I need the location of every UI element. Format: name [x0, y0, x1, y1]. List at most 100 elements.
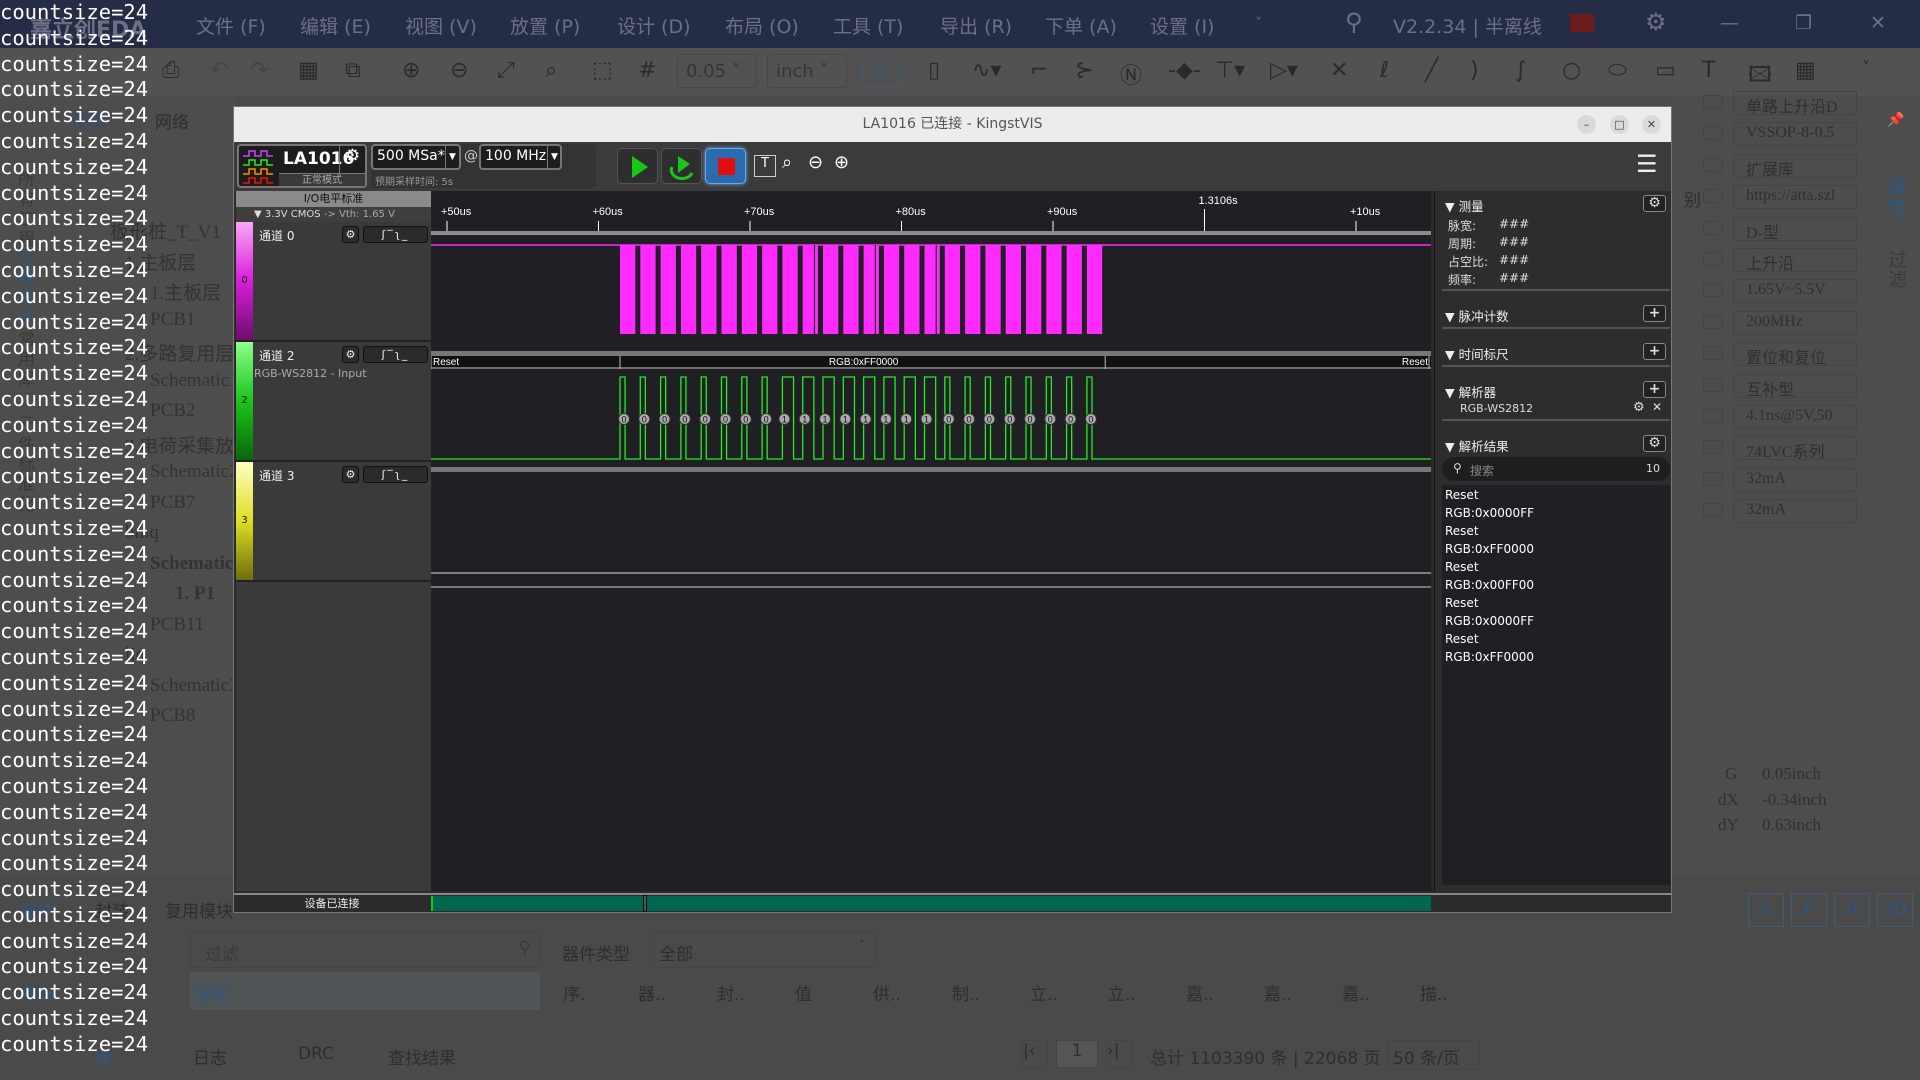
- property-checkbox[interactable]: [1703, 189, 1723, 204]
- property-value[interactable]: 200MHz: [1733, 310, 1857, 335]
- text-cursor-icon[interactable]: T: [754, 155, 776, 177]
- junction-icon[interactable]: -◆-: [1168, 58, 1201, 83]
- property-value[interactable]: 上升沿: [1733, 248, 1857, 272]
- property-checkbox[interactable]: [1703, 220, 1723, 235]
- property-value[interactable]: 单路上升沿D: [1733, 91, 1857, 115]
- bottom-tab[interactable]: 日志: [193, 1044, 227, 1069]
- analyzer-settings-icon[interactable]: ⚙: [1633, 400, 1645, 415]
- tree-item[interactable]: ljq: [125, 644, 145, 666]
- start-button[interactable]: [617, 148, 658, 184]
- per-page-select[interactable]: 50 条/页: [1388, 1040, 1480, 1070]
- prev-page-button[interactable]: |‹: [1022, 1040, 1048, 1068]
- property-value[interactable]: https://atta.szl: [1733, 185, 1857, 210]
- view-button[interactable]: 3D: [1877, 893, 1913, 927]
- add-button[interactable]: +: [1643, 381, 1666, 398]
- column-header[interactable]: 嘉..: [1342, 980, 1370, 1005]
- circle-icon[interactable]: ○: [1562, 58, 1581, 83]
- column-header[interactable]: 制..: [952, 980, 980, 1005]
- property-value[interactable]: 扩展库: [1733, 153, 1857, 178]
- tree-item[interactable]: 板形桩_T_V1: [110, 217, 221, 244]
- section-results[interactable]: ▼ 解析结果: [1445, 436, 1509, 455]
- menu-item[interactable]: 文件 (F): [196, 12, 266, 39]
- menu-icon[interactable]: ☰: [1636, 150, 1658, 178]
- repeat-start-button[interactable]: [661, 148, 702, 184]
- add-button[interactable]: +: [1643, 343, 1666, 360]
- stop-button[interactable]: [705, 148, 746, 184]
- wire-icon[interactable]: ⌐: [1030, 58, 1048, 83]
- property-checkbox[interactable]: [1703, 346, 1723, 361]
- channel-row-0[interactable]: 0 通道 0 ⚙ ʃ‾ʅ_: [236, 222, 431, 342]
- property-value[interactable]: 互补型: [1733, 373, 1857, 398]
- rect-icon[interactable]: ▭: [1655, 58, 1676, 83]
- property-checkbox[interactable]: [1703, 157, 1723, 172]
- tree-item[interactable]: 1. P1: [175, 583, 215, 605]
- channel-settings-icon[interactable]: ⚙: [342, 346, 359, 363]
- close-button[interactable]: ✕: [1642, 115, 1661, 134]
- open-icon[interactable]: ⎙: [162, 58, 180, 83]
- property-checkbox[interactable]: [1703, 471, 1723, 486]
- category-all[interactable]: 全部: [190, 972, 540, 1010]
- channel-color-bar[interactable]: 0: [236, 222, 253, 340]
- grid-icon[interactable]: #: [638, 58, 656, 83]
- result-item[interactable]: RGB:0x0000FF: [1445, 614, 1534, 628]
- menu-item[interactable]: 下单 (A): [1045, 12, 1117, 39]
- section-time-ruler[interactable]: ▼ 时间标尺: [1445, 344, 1509, 363]
- fit-icon[interactable]: ⤢: [497, 58, 515, 83]
- text-icon[interactable]: T: [1702, 58, 1715, 83]
- channel-color-bar[interactable]: 3: [236, 462, 253, 580]
- tree-item[interactable]: Schematic3: [150, 675, 239, 697]
- column-header[interactable]: 序.: [563, 980, 585, 1005]
- table-icon[interactable]: ▦: [1795, 58, 1816, 83]
- tree-item[interactable]: bmq: [125, 522, 159, 544]
- more-icon[interactable]: ˅: [1862, 58, 1870, 77]
- bottom-tab[interactable]: 库: [95, 1044, 112, 1069]
- view-button[interactable]: F: [1791, 893, 1827, 927]
- result-item[interactable]: Reset: [1445, 524, 1479, 538]
- tree-item[interactable]: Schematic4: [150, 553, 243, 575]
- arc-icon[interactable]: ): [1470, 58, 1479, 83]
- channel-name[interactable]: 通道 3: [259, 467, 294, 484]
- tab-filter[interactable]: 过滤: [1888, 250, 1912, 290]
- property-value[interactable]: VSSOP-8-0.5: [1733, 122, 1857, 147]
- tree-item[interactable]: PCB2: [150, 400, 195, 422]
- netlabel-icon[interactable]: Ⓝ: [1120, 58, 1142, 90]
- tree-item[interactable]: 1.主板层: [125, 248, 196, 275]
- result-item[interactable]: RGB:0x00FF00: [1445, 578, 1534, 592]
- gear-icon[interactable]: ⚙: [1645, 8, 1667, 36]
- menu-item[interactable]: 放置 (P): [510, 12, 580, 39]
- trigger-edge-icon[interactable]: ʃ‾ʅ_: [363, 226, 428, 243]
- results-search-input[interactable]: ⚲ 搜索 10: [1442, 457, 1670, 481]
- tree-item[interactable]: PCB1: [150, 309, 195, 331]
- tree-item[interactable]: PCB8: [150, 705, 195, 727]
- tab-nets[interactable]: 网络: [155, 108, 189, 133]
- frequency-select[interactable]: 100 MHz ▼: [479, 144, 562, 170]
- minimize-icon[interactable]: —: [1720, 12, 1739, 34]
- property-value[interactable]: D-型: [1733, 216, 1857, 241]
- channel-settings-icon[interactable]: ⚙: [342, 466, 359, 483]
- property-value[interactable]: 置位和复位: [1733, 342, 1857, 367]
- vertical-tab[interactable]: 元件标准化: [18, 415, 42, 515]
- ellipse-icon[interactable]: ⬭: [1608, 58, 1627, 83]
- snap-icon[interactable]: ⊃: [862, 54, 902, 88]
- property-checkbox[interactable]: [1703, 283, 1723, 298]
- resistor-icon[interactable]: ∿▾: [972, 58, 1001, 83]
- result-item[interactable]: RGB:0x0000FF: [1445, 506, 1534, 520]
- column-header[interactable]: 立..: [1108, 980, 1136, 1005]
- restore-icon[interactable]: ❐: [1795, 12, 1812, 34]
- library-tab[interactable]: 器件: [20, 897, 54, 922]
- column-header[interactable]: 值: [795, 980, 812, 1005]
- flag-icon[interactable]: [1570, 14, 1594, 32]
- waveform-canvas[interactable]: +50us +60us +70us +80us +90us 1.3106s +10us Res…: [430, 191, 1431, 891]
- menu-item[interactable]: 导出 (R): [940, 12, 1012, 39]
- channel-row-2[interactable]: 2 通道 2 ⚙ ʃ‾ʅ_ RGB-WS2812 - Input: [236, 342, 431, 462]
- find-icon[interactable]: ⧉: [345, 58, 361, 83]
- component-icon[interactable]: ▯: [928, 58, 940, 83]
- settings-button[interactable]: ⚙: [1643, 195, 1666, 212]
- property-checkbox[interactable]: [1703, 95, 1723, 109]
- menu-item[interactable]: 视图 (V): [405, 12, 477, 39]
- menu-item[interactable]: 设置 (I): [1150, 12, 1214, 39]
- unit-select[interactable]: inch ˅: [767, 54, 847, 88]
- zoom-out-icon[interactable]: ⊖: [808, 152, 823, 173]
- io-standard-select[interactable]: ▼ 3.3V CMOS -> Vth: 1.65 V: [236, 207, 431, 222]
- timeline-overview[interactable]: [431, 895, 1431, 912]
